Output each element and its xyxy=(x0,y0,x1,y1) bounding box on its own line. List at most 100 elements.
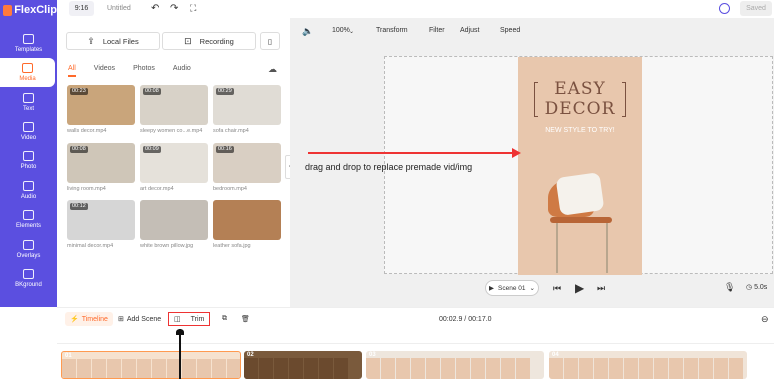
zoom-select[interactable]: 100% xyxy=(332,27,350,34)
zoom-out-icon[interactable]: ⊖ xyxy=(761,312,769,326)
delete-icon[interactable]: 🗑 xyxy=(241,312,250,326)
timeline-toggle[interactable]: ⚡ Timeline xyxy=(65,312,113,326)
clip-frame xyxy=(699,358,713,379)
sidebar-item-video[interactable]: Video xyxy=(0,117,57,146)
clip-frame xyxy=(396,358,410,379)
media-thumbnail[interactable]: 00:09 xyxy=(140,143,208,183)
preview-poster[interactable]: EASY DECOR NEW STYLE TO TRY! xyxy=(518,57,642,275)
tab-photos[interactable]: Photos xyxy=(133,65,155,72)
filter-button[interactable]: Filter xyxy=(429,27,445,34)
media-thumbnail[interactable] xyxy=(213,200,281,240)
clock-icon: ◷ xyxy=(746,284,753,291)
clip-frame xyxy=(624,358,638,379)
cloud-icon[interactable]: ☁ xyxy=(268,64,277,75)
tab-all[interactable]: All xyxy=(68,65,76,72)
speed-button[interactable]: Speed xyxy=(500,27,520,34)
sidebar-item-label: Photo xyxy=(20,164,37,170)
media-filename: living room.mp4 xyxy=(67,186,106,192)
project-title[interactable]: Untitled xyxy=(107,0,131,17)
media-thumbnail[interactable]: 00:08 xyxy=(140,85,208,125)
microphone-icon[interactable]: 🎙 xyxy=(724,282,735,293)
play-icon[interactable]: ▶ xyxy=(575,281,584,295)
clip-frame xyxy=(212,359,226,378)
local-files-button[interactable]: ⇪ Local Files xyxy=(66,32,160,50)
media-thumbnail[interactable]: 00:08 xyxy=(67,143,135,183)
sidebar-item-templates[interactable]: Templates xyxy=(0,29,57,58)
fullscreen-icon[interactable]: ⛶ xyxy=(190,3,196,14)
volume-icon[interactable]: 🔈 xyxy=(302,26,313,37)
scene-duration[interactable]: ◷ 5.0s xyxy=(746,283,767,291)
playhead[interactable] xyxy=(179,329,181,379)
tab-audio[interactable]: Audio xyxy=(173,65,191,72)
poster-title-line1: EASY xyxy=(554,79,606,99)
upload-icon: ⇪ xyxy=(87,35,95,46)
trim-button[interactable]: ◫ Trim xyxy=(168,312,211,326)
sidebar-item-media[interactable]: Media xyxy=(0,58,55,87)
overlays-icon xyxy=(23,240,34,250)
app-logo[interactable]: FlexClip xyxy=(0,0,57,20)
add-scene-button[interactable]: ⊞ Add Scene xyxy=(118,312,161,326)
chair-leg xyxy=(556,223,558,273)
clip-frame xyxy=(426,358,440,379)
sidebar-item-label: BKground xyxy=(15,282,42,288)
clip-frame xyxy=(137,359,151,378)
aspect-ratio-button[interactable]: 9:16 xyxy=(69,1,94,16)
sidebar-item-bkground[interactable]: BKground xyxy=(0,264,57,293)
skip-forward-icon[interactable]: ⏭ xyxy=(597,283,605,294)
media-thumbnail[interactable] xyxy=(140,200,208,240)
undo-icon[interactable]: ↶ xyxy=(151,3,159,14)
media-thumbnail[interactable]: 00:16 xyxy=(213,143,281,183)
clip-frame xyxy=(549,358,563,379)
media-thumbnail[interactable]: 00:29 xyxy=(213,85,281,125)
redo-icon[interactable]: ↷ xyxy=(170,3,178,14)
clip-frame xyxy=(594,358,608,379)
clip-frame xyxy=(92,359,106,378)
clip-frame xyxy=(471,358,485,379)
duration-badge: 00:12 xyxy=(70,203,88,210)
tab-videos[interactable]: Videos xyxy=(94,65,115,72)
clip-frames xyxy=(62,359,240,378)
chair-leg xyxy=(606,223,608,273)
sidebar-item-audio[interactable]: Audio xyxy=(0,176,57,205)
sidebar-item-label: Text xyxy=(22,106,34,112)
chair-seat xyxy=(550,217,612,223)
skip-back-icon[interactable]: ⏮ xyxy=(553,283,561,294)
poster-subtitle: NEW STYLE TO TRY! xyxy=(545,127,615,134)
sidebar-item-overlays[interactable]: Overlays xyxy=(0,235,57,264)
media-thumbnail[interactable]: 00:23 xyxy=(67,85,135,125)
timeline-icon: ⚡ xyxy=(70,316,79,323)
clip-frame xyxy=(639,358,653,379)
clip-frame xyxy=(289,358,303,379)
clip-frame xyxy=(319,358,333,379)
sidebar-item-photo[interactable]: Photo xyxy=(0,146,57,175)
record-icon: ⊡ xyxy=(184,35,192,46)
sidebar-item-elements[interactable]: Elements xyxy=(0,205,57,234)
timeline-ruler xyxy=(57,329,774,344)
sidebar-item-label: Audio xyxy=(20,194,37,200)
duration-badge: 00:09 xyxy=(143,146,161,153)
clip-frame xyxy=(227,359,240,378)
timeline-clip[interactable]: 01 xyxy=(61,351,241,379)
clip-frame xyxy=(579,358,593,379)
media-filename: sofa chair.mp4 xyxy=(213,128,249,134)
media-filename: minimal decor.mp4 xyxy=(67,243,114,249)
adjust-button[interactable]: Adjust xyxy=(460,27,479,34)
sidebar-item-label: Media xyxy=(19,76,36,82)
phone-icon[interactable]: ▯ xyxy=(260,32,280,50)
timeline-clip[interactable]: 03 xyxy=(366,351,544,379)
chat-icon[interactable] xyxy=(719,3,730,14)
sidebar-item-text[interactable]: Text xyxy=(0,88,57,117)
scene-selector[interactable]: ▶ Scene 01 ⌄ xyxy=(485,280,539,296)
timeline-clip[interactable]: 02 xyxy=(244,351,362,379)
elements-icon xyxy=(23,210,34,220)
media-filename: sleepy women co...e.mp4 xyxy=(140,128,203,134)
timeline-clip[interactable]: 04 xyxy=(549,351,747,379)
audio-icon xyxy=(23,181,34,191)
media-thumbnail[interactable]: 00:12 xyxy=(67,200,135,240)
saved-button[interactable]: Saved xyxy=(740,1,772,16)
recording-button[interactable]: ⊡ Recording xyxy=(162,32,256,50)
duplicate-icon[interactable]: ⧉ xyxy=(222,312,227,326)
transform-button[interactable]: Transform xyxy=(376,27,408,34)
chevron-down-icon: ⌄ xyxy=(349,29,355,35)
sidebar-item-label: Elements xyxy=(15,223,41,229)
